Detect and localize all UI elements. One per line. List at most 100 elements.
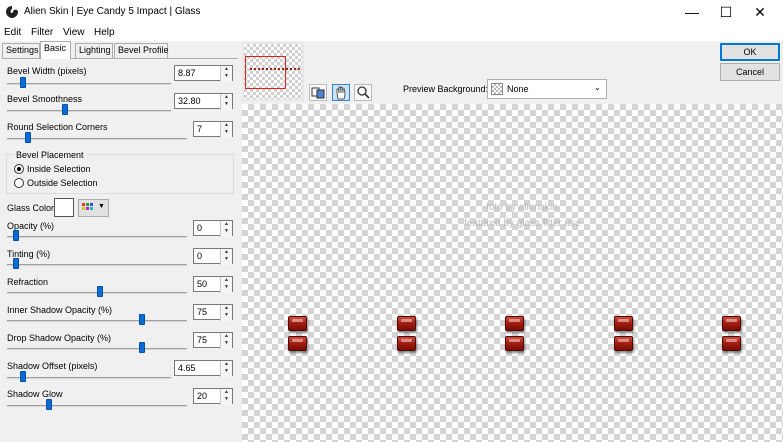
tab-lighting[interactable]: Lighting	[75, 43, 113, 58]
stepper-arrows-icon[interactable]: ▲ ▼	[220, 389, 232, 405]
stepper-arrows-icon[interactable]: ▲ ▼	[220, 122, 232, 138]
bevel-smoothness-label: Bevel Smoothness	[7, 94, 83, 104]
tinting-slider[interactable]	[13, 258, 19, 269]
stepper-arrows-icon[interactable]: ▲ ▼	[220, 361, 232, 377]
shadow-glow-value: 20	[197, 391, 208, 401]
bevel-smoothness-stepper[interactable]: 32.80 ▲ ▼	[174, 93, 233, 110]
menu-help[interactable]: Help	[94, 27, 115, 38]
glass-gem	[397, 316, 416, 331]
drop-shadow-slider[interactable]	[139, 342, 145, 353]
inner-shadow-stepper[interactable]: 75 ▲ ▼	[193, 304, 233, 321]
navigator-viewport-rect[interactable]	[245, 56, 286, 89]
color-grid-icon	[82, 203, 94, 213]
tinting-track[interactable]	[7, 264, 187, 266]
preview-canvas[interactable]: foto by alienskin featured by glass filt…	[242, 104, 783, 442]
outside-selection-label[interactable]: Outside Selection	[27, 178, 98, 188]
bevel-width-label: Bevel Width (pixels)	[7, 66, 87, 76]
glass-gem	[288, 336, 307, 351]
bevel-placement-group	[6, 154, 234, 194]
compare-icon	[311, 87, 325, 99]
inner-shadow-label: Inner Shadow Opacity (%)	[7, 305, 113, 315]
stepper-arrows-icon[interactable]: ▲ ▼	[220, 305, 232, 321]
tab-bevel-profile[interactable]: Bevel Profile	[114, 43, 169, 58]
stepper-arrows-icon[interactable]: ▲ ▼	[220, 249, 232, 265]
glass-color-label: Glass Color	[7, 203, 55, 213]
shadow-glow-stepper[interactable]: 20 ▲ ▼	[193, 388, 233, 405]
bevel-placement-label: Bevel Placement	[14, 150, 86, 160]
opacity-slider[interactable]	[13, 230, 19, 241]
stepper-arrows-icon[interactable]: ▲ ▼	[220, 333, 232, 349]
chevron-down-icon: ⌄	[594, 83, 601, 92]
tab-settings[interactable]: Settings	[2, 43, 40, 58]
tinting-stepper[interactable]: 0 ▲ ▼	[193, 248, 233, 265]
outside-selection-radio[interactable]	[14, 178, 24, 188]
menu-edit[interactable]: Edit	[4, 27, 21, 38]
drop-shadow-stepper[interactable]: 75 ▲ ▼	[193, 332, 233, 349]
opacity-stepper[interactable]: 0 ▲ ▼	[193, 220, 233, 237]
watermark-line-1: foto by alienskin	[486, 202, 558, 213]
preview-background-label: Preview Background:	[403, 84, 489, 94]
round-corners-label: Round Selection Corners	[7, 122, 108, 132]
menu-view[interactable]: View	[63, 27, 85, 38]
tab-basic[interactable]: Basic	[40, 41, 71, 59]
round-corners-track[interactable]	[7, 138, 187, 140]
shadow-glow-slider[interactable]	[46, 399, 52, 410]
ok-button[interactable]: OK	[720, 43, 780, 61]
stepper-arrows-icon[interactable]: ▲ ▼	[220, 94, 232, 110]
preview-background-value: None	[507, 84, 529, 94]
watermark-line-2: featured by glass filter use	[464, 218, 581, 229]
glass-gem	[505, 336, 524, 351]
preview-background-select[interactable]: None ⌄	[487, 79, 607, 99]
stepper-arrows-icon[interactable]: ▲ ▼	[220, 66, 232, 82]
inner-shadow-value: 75	[197, 307, 208, 317]
hand-tool[interactable]	[332, 84, 350, 101]
hand-icon	[336, 86, 346, 100]
zoom-tool[interactable]	[354, 84, 372, 101]
glass-gem	[288, 316, 307, 331]
menu-filter[interactable]: Filter	[31, 27, 53, 38]
color-picker-button[interactable]: ▼	[78, 199, 109, 217]
bevel-width-slider[interactable]	[20, 77, 26, 88]
preview-navigator[interactable]	[242, 42, 304, 101]
drop-shadow-value: 75	[197, 335, 208, 345]
zoom-fit-tool[interactable]	[309, 84, 327, 101]
inner-shadow-slider[interactable]	[139, 314, 145, 325]
round-corners-stepper[interactable]: 7 ▲ ▼	[193, 121, 233, 138]
refraction-value: 50	[197, 279, 208, 289]
glass-color-swatch[interactable]	[54, 198, 74, 217]
close-button[interactable]: ✕	[737, 0, 783, 24]
cancel-button[interactable]: Cancel	[720, 63, 780, 81]
inner-shadow-track[interactable]	[7, 320, 187, 322]
title-bar: Alien Skin | Eye Candy 5 Impact | Glass …	[0, 0, 783, 24]
glass-gem	[722, 336, 741, 351]
inside-selection-radio[interactable]	[14, 164, 24, 174]
drop-shadow-label: Drop Shadow Opacity (%)	[7, 333, 112, 343]
refraction-slider[interactable]	[97, 286, 103, 297]
alien-skin-logo-icon	[5, 5, 19, 19]
round-corners-value: 7	[197, 124, 203, 134]
refraction-stepper[interactable]: 50 ▲ ▼	[193, 276, 233, 293]
shadow-offset-value: 4.65	[178, 363, 196, 373]
stepper-arrows-icon[interactable]: ▲ ▼	[220, 221, 232, 237]
navigator-gems-preview	[250, 68, 300, 70]
bevel-width-track[interactable]	[7, 83, 171, 85]
bevel-smoothness-slider[interactable]	[62, 104, 68, 115]
refraction-label: Refraction	[7, 277, 49, 287]
inside-selection-label[interactable]: Inside Selection	[27, 164, 91, 174]
shadow-offset-label: Shadow Offset (pixels)	[7, 361, 98, 371]
shadow-offset-slider[interactable]	[20, 371, 26, 382]
shadow-offset-stepper[interactable]: 4.65 ▲ ▼	[174, 360, 233, 377]
navigator-thumbnail	[244, 44, 302, 99]
shadow-glow-track[interactable]	[7, 405, 187, 407]
drop-shadow-track[interactable]	[7, 348, 187, 350]
round-corners-slider[interactable]	[25, 132, 31, 143]
bevel-width-stepper[interactable]: 8.87 ▲ ▼	[174, 65, 233, 82]
shadow-glow-label: Shadow Glow	[7, 389, 63, 399]
shadow-offset-track[interactable]	[7, 377, 171, 379]
stepper-arrows-icon[interactable]: ▲ ▼	[220, 277, 232, 293]
glass-gem	[614, 336, 633, 351]
bevel-smoothness-track[interactable]	[7, 110, 171, 112]
bevel-width-value: 8.87	[178, 68, 196, 78]
opacity-track[interactable]	[7, 236, 187, 238]
glass-gem	[397, 336, 416, 351]
